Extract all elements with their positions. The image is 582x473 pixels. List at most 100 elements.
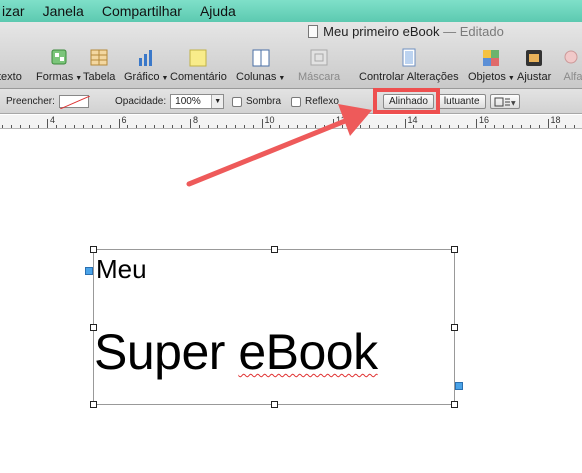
- menu-item-ajuda[interactable]: Ajuda: [191, 3, 245, 19]
- ruler-minor-tick: [11, 125, 12, 128]
- ruler-minor-tick: [351, 125, 352, 128]
- text-box-icon: [0, 48, 21, 68]
- svg-text:▼: ▼: [511, 100, 516, 107]
- table-icon: [88, 48, 110, 68]
- text-out-marker-icon[interactable]: [455, 382, 463, 390]
- fill-control: Preencher:: [6, 89, 91, 114]
- adjust-tool[interactable]: Ajustar: [517, 48, 551, 83]
- objects-tool[interactable]: Objetos ▼: [468, 48, 515, 83]
- resize-handle-bottom-left[interactable]: [90, 401, 97, 408]
- text-line-super-ebook[interactable]: Super eBook: [94, 323, 378, 381]
- mask-tool[interactable]: Máscara: [298, 48, 340, 83]
- ruler-label: 6: [121, 115, 127, 125]
- ruler-label: 12: [336, 115, 347, 125]
- ruler-minor-tick: [235, 125, 236, 128]
- ruler-minor-tick: [378, 125, 379, 128]
- fill-label: Preencher:: [6, 96, 55, 107]
- ruler-minor-tick: [154, 125, 155, 128]
- table-tool[interactable]: Tabela: [83, 48, 115, 83]
- ruler-minor-tick: [413, 125, 414, 128]
- opacity-select[interactable]: 100% ▼: [170, 94, 225, 109]
- objects-tool-label: Objetos: [468, 71, 506, 83]
- columns-tool[interactable]: Colunas ▼: [236, 48, 285, 83]
- ruler-minor-tick: [288, 125, 289, 128]
- ruler-label: 16: [479, 115, 490, 125]
- comment-tool-label: Comentário: [170, 71, 227, 83]
- mask-tool-label: Máscara: [298, 71, 341, 83]
- ruler-minor-tick: [65, 125, 66, 128]
- ruler-minor-tick: [56, 125, 57, 128]
- columns-icon: [250, 48, 272, 68]
- menu-bar: izar Janela Compartilhar Ajuda: [0, 0, 582, 22]
- chart-tool-label: Gráfico: [124, 71, 160, 83]
- ruler-minor-tick: [467, 125, 468, 128]
- resize-handle-bottom-right[interactable]: [451, 401, 458, 408]
- fill-swatch[interactable]: [58, 95, 91, 110]
- ruler-minor-tick: [431, 125, 432, 128]
- menu-item-organizar[interactable]: izar: [0, 3, 34, 19]
- menu-item-janela[interactable]: Janela: [34, 3, 93, 19]
- ruler-minor-tick: [119, 125, 120, 128]
- columns-tool-label: Colunas: [236, 71, 277, 83]
- ruler-minor-tick: [29, 125, 30, 128]
- ruler-minor-tick: [110, 125, 111, 128]
- ruler-minor-tick: [548, 125, 549, 128]
- shadow-checkbox[interactable]: [232, 96, 242, 107]
- ruler-label: 4: [50, 115, 56, 125]
- ruler-minor-tick: [306, 125, 307, 128]
- text-box-tool[interactable]: texto: [0, 48, 22, 83]
- ruler-label: 8: [193, 115, 199, 125]
- resize-handle-left[interactable]: [90, 324, 97, 331]
- ruler-minor-tick: [494, 125, 495, 128]
- format-bar: Preencher: Opacidade: 100% ▼ Sombra Refl…: [0, 89, 582, 114]
- reflection-checkbox[interactable]: [291, 96, 301, 107]
- mask-icon: [308, 48, 330, 68]
- ruler-minor-tick: [270, 125, 271, 128]
- ruler-minor-tick: [83, 125, 84, 128]
- ruler-minor-tick: [297, 125, 298, 128]
- track-changes-tool[interactable]: Controlar Alterações: [359, 48, 459, 83]
- adjust-icon: [523, 48, 545, 68]
- ruler-minor-tick: [449, 125, 450, 128]
- wrap-menu[interactable]: ▼: [490, 89, 520, 114]
- resize-handle-top-left[interactable]: [90, 246, 97, 253]
- alpha-icon: [562, 48, 582, 68]
- floating-button[interactable]: lutuante: [437, 94, 486, 109]
- ruler-minor-tick: [181, 125, 182, 128]
- resize-handle-right[interactable]: [451, 324, 458, 331]
- resize-handle-bottom[interactable]: [271, 401, 278, 408]
- ruler-minor-tick: [387, 125, 388, 128]
- text-in-marker-icon[interactable]: [85, 267, 93, 275]
- annotation-highlight-box: [373, 88, 440, 114]
- chart-tool[interactable]: Gráfico ▼: [124, 48, 168, 83]
- ruler-minor-tick: [47, 125, 48, 128]
- objects-icon: [480, 48, 502, 68]
- menu-item-compartilhar[interactable]: Compartilhar: [93, 3, 191, 19]
- ruler-minor-tick: [342, 125, 343, 128]
- shadow-option[interactable]: Sombra: [232, 89, 281, 114]
- comment-tool[interactable]: Comentário: [170, 48, 227, 83]
- opacity-label: Opacidade:: [115, 96, 167, 107]
- wrap-options-icon[interactable]: ▼: [490, 94, 520, 109]
- ruler-minor-tick: [101, 125, 102, 128]
- ruler-minor-tick: [315, 125, 316, 128]
- table-tool-label: Tabela: [83, 71, 116, 83]
- chevron-down-icon: ▼: [75, 75, 83, 82]
- text-line-meu[interactable]: Meu: [96, 254, 147, 285]
- shadow-label: Sombra: [246, 96, 282, 107]
- ruler-minor-tick: [556, 125, 557, 128]
- ruler-minor-tick: [512, 125, 513, 128]
- ruler-minor-tick: [199, 125, 200, 128]
- ruler-minor-tick: [136, 125, 137, 128]
- ruler-minor-tick: [208, 125, 209, 128]
- resize-handle-top-right[interactable]: [451, 246, 458, 253]
- chevron-down-icon: ▼: [507, 75, 515, 82]
- reflection-option[interactable]: Reflexo: [291, 89, 339, 114]
- resize-handle-top[interactable]: [271, 246, 278, 253]
- document-title: Meu primeiro eBook: [323, 24, 440, 39]
- shapes-tool[interactable]: Formas ▼: [36, 48, 82, 83]
- ruler-label: 14: [407, 115, 418, 125]
- ruler-minor-tick: [20, 125, 21, 128]
- alpha-tool[interactable]: Alfa: [562, 48, 582, 83]
- ruler-minor-tick: [565, 125, 566, 128]
